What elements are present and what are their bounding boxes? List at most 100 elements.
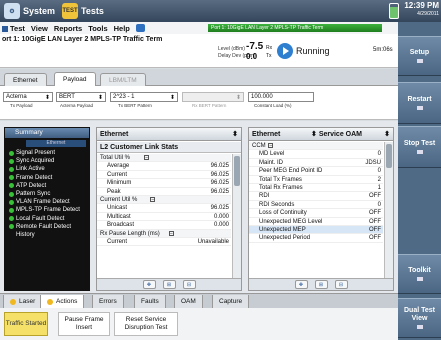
stat-row[interactable]: RDI Seconds 0 xyxy=(249,201,383,210)
action-tabs: Laser Actions Errors Faults OAM Capture xyxy=(0,293,398,309)
help-icon[interactable] xyxy=(135,24,145,32)
stop-test-button[interactable]: Stop Test xyxy=(398,126,441,168)
left-nav-expand-button[interactable]: ⊞ xyxy=(162,280,176,289)
restart-button[interactable]: Restart xyxy=(398,82,441,124)
tree-item[interactable]: VLAN Frame Detect xyxy=(9,198,70,206)
stat-name: CCM xyxy=(252,143,266,149)
stat-row[interactable]: Total Tx Frames 2 xyxy=(249,176,383,184)
menu-help[interactable]: Help xyxy=(114,24,130,33)
setup-button[interactable]: Setup xyxy=(398,36,441,76)
collapse-icon[interactable]: − xyxy=(150,196,156,202)
stat-row[interactable]: CCM − xyxy=(249,142,383,151)
stat-row[interactable]: Multicast 0.000 xyxy=(97,213,231,222)
actions-panel: Traffic Started Pause Frame Insert Reset… xyxy=(0,308,398,340)
right-nav-next-button[interactable]: ⊟ xyxy=(334,280,348,289)
constant-load-field[interactable]: 100.000 xyxy=(248,92,314,102)
stat-row[interactable]: Rx Pause Length (ms) − xyxy=(97,229,231,238)
tab-capture[interactable]: Capture xyxy=(212,295,250,309)
level-unit: Rx xyxy=(266,45,273,51)
tab-laser[interactable]: Laser xyxy=(3,295,43,309)
stat-value: 0 xyxy=(377,151,381,158)
test-title: ort 1: 10GigE LAN Layer 2 MPLS-TP Traffi… xyxy=(2,36,163,43)
tree-item[interactable]: Sync Acquired xyxy=(9,157,54,165)
left-panel-title: L2 Customer Link Stats xyxy=(97,142,241,153)
tree-group-ethernet[interactable]: Ethernet xyxy=(26,140,86,147)
tab-laser-label: Laser xyxy=(19,298,36,305)
menu-tools[interactable]: Tools xyxy=(88,24,107,33)
results-area: Summary Ethernet Signal Present Sync Acqu… xyxy=(0,121,398,293)
left-nav-next-button[interactable]: ⊟ xyxy=(182,280,196,289)
tree-item[interactable]: Signal Present xyxy=(9,149,55,157)
tab-oam[interactable]: OAM xyxy=(174,295,203,309)
left-category-select[interactable]: Ethernet ⬍ xyxy=(97,128,241,141)
right-scroll-thumb[interactable] xyxy=(386,144,392,168)
summary-item[interactable]: Summary xyxy=(5,128,89,138)
right-subcategory-select[interactable]: ⬍ Service OAM xyxy=(311,128,362,141)
stat-row[interactable]: Peer MEG End Point ID 0 xyxy=(249,167,383,176)
stat-row[interactable]: Broadcast 0.000 xyxy=(97,221,231,230)
menu-reports[interactable]: Reports xyxy=(54,24,82,33)
setup-tabs: Ethernet Payload LBM/LTM xyxy=(0,69,398,86)
tree-item[interactable]: MPLS-TP Frame Detect xyxy=(9,206,80,214)
tree-item[interactable]: Frame Detect xyxy=(9,174,52,182)
stat-row[interactable]: Total Rx Frames 1 xyxy=(249,184,383,193)
stat-row[interactable]: RDI OFF xyxy=(249,192,383,201)
stat-row[interactable]: Current 96.025 xyxy=(97,171,231,180)
left-scroll-thumb[interactable] xyxy=(234,156,240,186)
pause-frame-insert-button[interactable]: Pause Frame Insert xyxy=(58,312,110,336)
stat-name: Total Tx Frames xyxy=(259,176,302,183)
collapse-icon[interactable]: − xyxy=(144,155,150,161)
tree-item[interactable]: Pattern Sync xyxy=(9,190,50,198)
rx-bert-pattern-select[interactable]: ⬍ xyxy=(182,92,244,102)
stat-row[interactable]: Loss of Continuity OFF xyxy=(249,209,383,218)
dual-test-view-button[interactable]: Dual Test View xyxy=(398,298,441,338)
stat-row[interactable]: Peak 96.025 xyxy=(97,188,231,196)
tx-bert-pattern-select[interactable]: 2^23 - 1 ⬍ xyxy=(110,92,178,102)
left-scrollbar[interactable] xyxy=(232,154,241,280)
tree-item[interactable]: Local Fault Detect xyxy=(9,215,64,223)
tab-ethernet[interactable]: Ethernet xyxy=(4,73,47,86)
collapse-icon[interactable]: − xyxy=(268,143,274,149)
tree-item[interactable]: ATP Detect xyxy=(9,182,46,190)
constant-load-value: 100.000 xyxy=(251,94,273,100)
right-nav-expand-button[interactable]: ⊞ xyxy=(314,280,328,289)
tree-item[interactable]: Remote Fault Detect xyxy=(9,223,71,231)
tree-item[interactable]: History xyxy=(9,231,35,239)
stat-row[interactable]: Unicast 96.025 xyxy=(97,204,231,213)
collapse-icon[interactable]: − xyxy=(169,230,174,236)
tab-errors[interactable]: Errors xyxy=(92,295,124,309)
tree-item-label: History xyxy=(16,232,35,238)
tx-payload-select[interactable]: Acterna ⬍ xyxy=(3,92,53,102)
stat-value: 96.025 xyxy=(210,171,229,178)
left-category-value: Ethernet xyxy=(100,131,129,138)
reset-service-disruption-button[interactable]: Reset Service Disruption Test xyxy=(114,312,178,336)
right-category-select[interactable]: Ethernet ⬍ Service OAM ⬍ xyxy=(249,128,393,141)
status-led-icon xyxy=(9,150,14,156)
right-nav-prev-button[interactable]: ✥ xyxy=(294,280,308,289)
tests-button[interactable]: TEST Tests xyxy=(62,3,104,19)
tab-payload[interactable]: Payload xyxy=(54,72,96,86)
menu-test[interactable]: Test xyxy=(2,24,25,33)
right-scrollbar[interactable] xyxy=(384,142,393,280)
stat-row[interactable]: Maint. ID JDSU xyxy=(249,159,383,168)
acterna-payload-select[interactable]: BERT ⬍ xyxy=(56,92,106,102)
menu-view[interactable]: View xyxy=(31,24,48,33)
tab-lbm-ltm[interactable]: LBM/LTM xyxy=(100,73,146,86)
left-nav-prev-button[interactable]: ✥ xyxy=(142,280,156,289)
stat-row[interactable]: Current Util % − xyxy=(97,195,231,205)
stat-row[interactable]: Total Util % − xyxy=(97,154,231,163)
tab-actions[interactable]: Actions xyxy=(40,295,85,309)
stat-row[interactable]: Minimum 96.025 xyxy=(97,179,231,188)
stat-row[interactable]: MD Level 0 xyxy=(249,150,383,159)
tab-faults[interactable]: Faults xyxy=(134,295,166,309)
stat-row[interactable]: Unexpected MEP OFF xyxy=(249,225,383,235)
system-button[interactable]: ⚙ System xyxy=(4,3,55,19)
stat-row[interactable]: Unexpected Period OFF xyxy=(249,234,383,243)
traffic-started-button[interactable]: Traffic Started xyxy=(4,312,48,336)
play-icon xyxy=(277,43,293,59)
toolkit-button[interactable]: Toolkit xyxy=(398,254,441,294)
stat-row[interactable]: Average 96.025 xyxy=(97,162,231,171)
stat-row[interactable]: Unexpected MEG Level OFF xyxy=(249,218,383,226)
tree-item[interactable]: Link Active xyxy=(9,165,45,173)
stat-row[interactable]: Current Unavailable xyxy=(97,238,231,247)
